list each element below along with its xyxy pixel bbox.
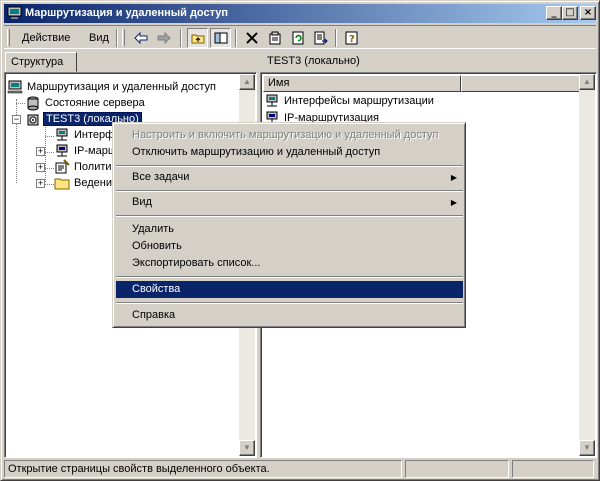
- server-status-icon: [27, 96, 39, 111]
- status-text: Открытие страницы свойств выделенного об…: [4, 460, 402, 478]
- tree-line: [16, 99, 17, 183]
- delete-icon: [245, 32, 258, 44]
- list-item[interactable]: Интерфейсы маршрутизации: [264, 93, 436, 109]
- tree-node-label: Маршрутизация и удаленный доступ: [27, 81, 216, 93]
- scroll-down-button[interactable]: ▼: [239, 440, 255, 456]
- toolbar-separator: [335, 29, 337, 47]
- properties-button[interactable]: [264, 28, 285, 48]
- expand-toggle[interactable]: +: [36, 179, 45, 188]
- toolbar-separator: [235, 29, 237, 47]
- help-icon: ?: [345, 31, 357, 45]
- column-header-name[interactable]: Имя: [263, 75, 461, 92]
- forward-icon: [157, 32, 171, 44]
- details-scrollbar[interactable]: ▲ ▼: [579, 74, 595, 456]
- scroll-up-button[interactable]: ▲: [239, 74, 255, 90]
- status-panel: [512, 460, 594, 478]
- expand-toggle[interactable]: +: [36, 163, 45, 172]
- show-tree-icon: [214, 32, 227, 44]
- submenu-arrow-icon: ▶: [450, 198, 457, 207]
- menu-item-help[interactable]: Справка: [116, 307, 463, 324]
- folder-icon: [54, 178, 70, 190]
- list-item-label: Интерфейсы маршрутизации: [284, 95, 434, 107]
- status-bar: Открытие страницы свойств выделенного об…: [4, 460, 596, 478]
- status-panel: [405, 460, 509, 478]
- menu-item-refresh[interactable]: Обновить: [116, 238, 463, 255]
- back-button[interactable]: [130, 28, 151, 48]
- context-menu: Настроить и включить маршрутизацию и уда…: [112, 122, 466, 328]
- minimize-button[interactable]: _: [546, 6, 562, 20]
- tree-node[interactable]: Состояние сервера: [25, 95, 147, 111]
- policy-icon: [55, 159, 70, 174]
- server-icon: [27, 114, 39, 126]
- maximize-button[interactable]: □: [562, 6, 578, 20]
- window-title: Маршрутизация и удаленный доступ: [25, 7, 229, 19]
- properties-icon: [269, 31, 280, 45]
- toolbar-grip[interactable]: [122, 29, 125, 46]
- menu-item-label: Вид: [132, 196, 152, 208]
- menu-action[interactable]: Действие: [19, 30, 73, 46]
- toolbar-separator: [180, 29, 182, 47]
- menu-toolbar: Действие Вид ?: [4, 25, 596, 49]
- interfaces-icon: [266, 94, 278, 107]
- scroll-down-button[interactable]: ▼: [579, 440, 595, 456]
- menu-item-label: Все задачи: [132, 171, 190, 183]
- tree-line: [45, 136, 54, 137]
- help-button[interactable]: ?: [341, 28, 362, 48]
- tree-line: [16, 103, 25, 104]
- up-folder-icon: [191, 34, 204, 44]
- refresh-icon: [292, 31, 303, 45]
- app-icon: [7, 6, 22, 19]
- menu-item-delete[interactable]: Удалить: [116, 221, 463, 238]
- ip-routing-icon: [56, 144, 68, 157]
- toolbar-separator: [116, 29, 118, 47]
- right-pane-header: TEST3 (локально): [267, 55, 360, 67]
- show-tree-button[interactable]: [210, 28, 231, 48]
- menu-separator: [116, 165, 463, 167]
- scroll-up-button[interactable]: ▲: [579, 74, 595, 90]
- forward-button[interactable]: [153, 28, 174, 48]
- tree-node[interactable]: Маршрутизация и удаленный доступ: [7, 79, 218, 95]
- menu-item-all-tasks[interactable]: Все задачи ▶: [116, 169, 463, 186]
- submenu-arrow-icon: ▶: [450, 173, 457, 182]
- menu-item-properties[interactable]: Свойства: [116, 281, 463, 298]
- close-button[interactable]: ×: [580, 6, 596, 20]
- column-header-empty[interactable]: [461, 75, 595, 92]
- menu-item-configure: Настроить и включить маршрутизацию и уда…: [132, 129, 439, 141]
- expand-toggle[interactable]: +: [36, 147, 45, 156]
- interfaces-icon: [56, 128, 68, 141]
- svg-text:?: ?: [349, 34, 355, 45]
- export-list-icon: [314, 31, 328, 45]
- menu-item-disable[interactable]: Отключить маршрутизацию и удаленный дост…: [116, 144, 463, 161]
- main-window: Маршрутизация и удаленный доступ _ □ × Д…: [0, 0, 600, 481]
- delete-button[interactable]: [241, 28, 262, 48]
- refresh-button[interactable]: [287, 28, 308, 48]
- collapse-toggle[interactable]: −: [12, 115, 21, 124]
- menu-view[interactable]: Вид: [86, 30, 112, 46]
- title-bar[interactable]: Маршрутизация и удаленный доступ _ □ ×: [4, 4, 596, 23]
- menu-item-export[interactable]: Экспортировать список...: [116, 255, 463, 272]
- menu-separator: [116, 276, 463, 278]
- up-folder-button[interactable]: [187, 28, 208, 48]
- computer-icon: [7, 80, 23, 94]
- menu-separator: [116, 190, 463, 192]
- tree-node-label: Состояние сервера: [45, 97, 145, 109]
- toolbar-grip[interactable]: [7, 29, 10, 46]
- back-icon: [133, 32, 147, 44]
- export-list-button[interactable]: [310, 28, 331, 48]
- tab-structure[interactable]: Структура: [5, 52, 77, 72]
- menu-separator: [116, 302, 463, 304]
- menu-item-view[interactable]: Вид ▶: [116, 194, 463, 211]
- menu-separator: [116, 215, 463, 217]
